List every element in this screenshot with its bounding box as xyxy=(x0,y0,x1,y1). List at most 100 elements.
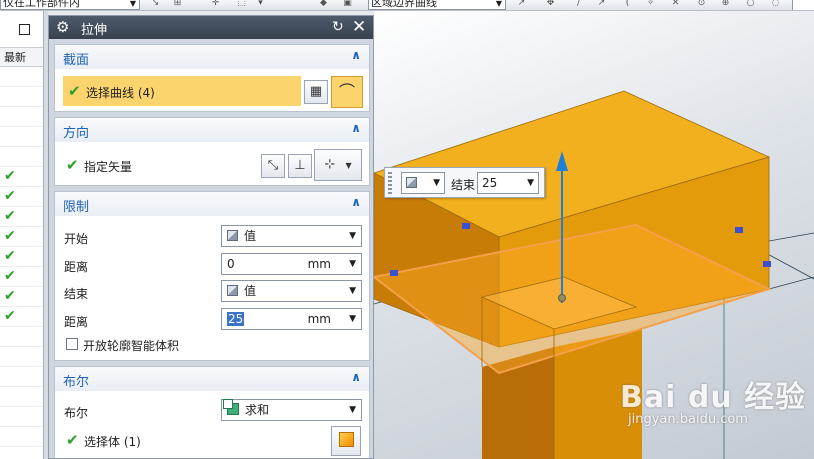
sketch-section-icon[interactable]: ▦ xyxy=(304,80,328,104)
limits-group-title: 限制 xyxy=(63,200,90,215)
navigator-close-button[interactable] xyxy=(19,24,30,35)
navigator-row[interactable] xyxy=(0,387,43,407)
open-profile-checkbox[interactable] xyxy=(66,338,78,350)
start-type-select[interactable]: 值 ▼ xyxy=(221,225,362,247)
reverse-direction-icon[interactable]: ⤡ xyxy=(261,154,285,178)
navigator-row[interactable] xyxy=(0,347,43,367)
snap-options-icon[interactable]: ✥ xyxy=(545,0,556,9)
navigator-row[interactable] xyxy=(0,147,43,167)
start-type-value: 值 xyxy=(244,229,257,243)
navigator-row[interactable] xyxy=(0,407,43,427)
boolean-group-header[interactable]: 布尔 ∧ xyxy=(55,367,369,391)
constraint-marker xyxy=(735,227,743,233)
box-select-menu-icon[interactable]: ▾ xyxy=(255,0,266,9)
navigator-row[interactable] xyxy=(0,87,43,107)
watermark: Bai du 经验 jingyan.baidu.com xyxy=(620,372,810,427)
constraint-marker xyxy=(462,223,470,229)
crosshair-icon[interactable]: ✛ xyxy=(210,0,221,9)
point-snap-icon[interactable]: ◌ xyxy=(770,0,781,9)
navigator-row[interactable]: ✔ xyxy=(0,287,43,307)
end-quick-input[interactable]: 25 ▼ xyxy=(477,172,539,194)
reset-icon[interactable]: ↻ xyxy=(332,19,344,35)
value-type-icon xyxy=(406,177,417,188)
start-distance-unit: mm xyxy=(307,257,331,271)
collapse-icon[interactable]: ∧ xyxy=(351,370,361,384)
circle-snap-icon[interactable]: ○ xyxy=(745,0,756,9)
navigator-row[interactable]: ✔ xyxy=(0,227,43,247)
dialog-title-bar[interactable]: ⚙ 拉伸 ↻ ✕ xyxy=(49,16,373,39)
curve-rule-select[interactable]: 区域边界曲线 ▼ xyxy=(368,0,506,10)
navigator-row[interactable]: ✔ xyxy=(0,307,43,327)
end-type-select[interactable]: 值 ▼ xyxy=(221,280,362,302)
arrow-icon[interactable]: ↘ xyxy=(150,0,161,9)
end-distance-value: 25 xyxy=(227,312,245,326)
check-icon: ✔ xyxy=(4,228,16,244)
chevron-down-icon: ▼ xyxy=(495,0,502,8)
selection-scope-select[interactable]: 仅在工作部件内 ▼ xyxy=(0,0,140,10)
endpoint-snap-icon[interactable]: ↗ xyxy=(596,0,607,9)
box-select-icon[interactable]: ⬚ xyxy=(236,0,247,9)
top-toolbar: 仅在工作部件内 ▼ ↘ ⊞ ✛ ⬚ ▾ ◆ ▣ 区域边界曲线 ▼ ↗ ✥ / ↗… xyxy=(0,0,814,11)
boolean-label: 布尔 xyxy=(64,406,89,420)
vector-dialog-icon[interactable]: ⊥ xyxy=(288,154,312,178)
check-icon: ✔ xyxy=(66,156,79,174)
gear-icon[interactable]: ⚙ xyxy=(56,18,69,36)
line-snap-icon[interactable]: / xyxy=(573,0,584,9)
chevron-down-icon: ▼ xyxy=(349,405,356,415)
navigator-row[interactable] xyxy=(0,327,43,347)
chevron-down-icon: ▼ xyxy=(349,314,356,324)
drag-handle[interactable] xyxy=(388,172,392,194)
navigator-row[interactable]: ✔ xyxy=(0,267,43,287)
check-icon: ✔ xyxy=(4,168,16,184)
collapse-icon[interactable]: ∧ xyxy=(351,195,361,209)
check-icon: ✔ xyxy=(66,431,79,449)
direction-group: 方向 ∧ ✔ 指定矢量 ⤡ ⊥ ⊹ ▼ xyxy=(54,117,370,186)
quadrant-snap-icon[interactable]: ⊕ xyxy=(720,0,731,9)
close-icon[interactable]: ✕ xyxy=(352,17,366,37)
select-mode-icon[interactable]: ⊞ xyxy=(172,0,183,9)
face-select-icon[interactable]: ◆ xyxy=(318,0,329,9)
navigator-row[interactable]: ✔ xyxy=(0,247,43,267)
boolean-group: 布尔 ∧ 布尔 求和 ▼ ✔ 选择体 (1) xyxy=(54,366,370,458)
chevron-down-icon: ▼ xyxy=(345,161,352,170)
value-type-icon xyxy=(227,285,238,296)
midpoint-snap-icon[interactable]: ✧ xyxy=(645,0,656,9)
end-type-quick-select[interactable]: ▼ xyxy=(401,172,445,194)
collapse-icon[interactable]: ∧ xyxy=(351,121,361,135)
direction-group-title: 方向 xyxy=(63,126,90,141)
navigator-row[interactable]: ✔ xyxy=(0,187,43,207)
navigator-row[interactable]: ✔ xyxy=(0,167,43,187)
navigator-row[interactable] xyxy=(0,127,43,147)
vector-origin-handle[interactable] xyxy=(558,294,566,302)
end-distance-input[interactable]: 25 mm ▼ xyxy=(221,308,362,330)
section-group-header[interactable]: 截面 ∧ xyxy=(55,45,369,69)
navigator-row[interactable] xyxy=(0,67,43,87)
direction-group-header[interactable]: 方向 ∧ xyxy=(55,118,369,142)
center-snap-icon[interactable]: ⊙ xyxy=(696,0,707,9)
vector-icon: ⊹ xyxy=(324,157,336,172)
start-distance-label: 距离 xyxy=(64,260,89,274)
screen-input-toolbar: ▼ 结束 25 ▼ xyxy=(384,167,545,198)
intersect-snap-icon[interactable]: ✕ xyxy=(670,0,681,9)
end-distance-label: 距离 xyxy=(64,315,89,329)
navigator-row[interactable]: ✔ xyxy=(0,207,43,227)
navigator-row[interactable] xyxy=(0,367,43,387)
collapse-icon[interactable]: ∧ xyxy=(351,48,361,62)
boolean-type-select[interactable]: 求和 ▼ xyxy=(221,399,362,421)
select-body-button[interactable] xyxy=(331,426,361,456)
navigator-row[interactable] xyxy=(0,427,43,447)
start-distance-input[interactable]: 0 mm ▼ xyxy=(221,253,362,275)
chevron-down-icon: ▼ xyxy=(129,0,136,8)
body-select-icon[interactable]: ▣ xyxy=(342,0,353,9)
curve-select-icon[interactable]: ⌒ xyxy=(331,76,363,108)
toolbar-end-field[interactable] xyxy=(792,0,814,10)
arc-snap-icon[interactable]: ( xyxy=(622,0,633,9)
vector-type-select[interactable]: ⊹ ▼ xyxy=(314,149,362,181)
limits-group-header[interactable]: 限制 ∧ xyxy=(55,192,369,216)
navigator-column-header: 最新 xyxy=(0,47,43,67)
check-icon: ✔ xyxy=(68,82,81,100)
navigator-row[interactable] xyxy=(0,107,43,127)
snap-icon[interactable]: ↗ xyxy=(516,0,527,9)
check-icon: ✔ xyxy=(4,248,16,264)
open-profile-label: 开放轮廓智能体积 xyxy=(83,339,180,353)
